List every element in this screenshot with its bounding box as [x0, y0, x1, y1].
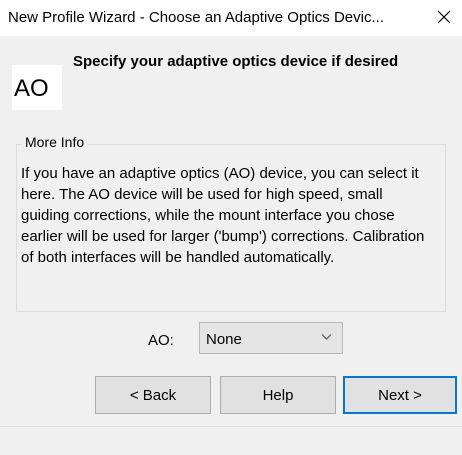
chevron-down-icon — [321, 334, 332, 340]
more-info-text: If you have an adaptive optics (AO) devi… — [21, 165, 425, 266]
window-title: New Profile Wizard - Choose an Adaptive … — [8, 9, 384, 26]
ao-selected-value: None — [206, 331, 242, 348]
ao-logo: AO — [12, 65, 62, 110]
title-bar[interactable]: New Profile Wizard - Choose an Adaptive … — [0, 0, 462, 36]
close-button[interactable] — [428, 2, 460, 32]
wizard-window: New Profile Wizard - Choose an Adaptive … — [0, 0, 462, 455]
header-band — [0, 36, 462, 114]
ao-select[interactable]: None — [199, 322, 343, 354]
page-heading: Specify your adaptive optics device if d… — [73, 53, 399, 70]
logo-text: AO — [14, 75, 49, 102]
next-button[interactable]: Next > — [343, 376, 457, 414]
ao-label: AO: — [148, 332, 174, 349]
close-icon — [437, 10, 451, 24]
back-button[interactable]: < Back — [95, 376, 211, 414]
help-button[interactable]: Help — [220, 376, 336, 414]
footer-divider — [0, 426, 462, 427]
more-info-legend: More Info — [22, 134, 88, 150]
